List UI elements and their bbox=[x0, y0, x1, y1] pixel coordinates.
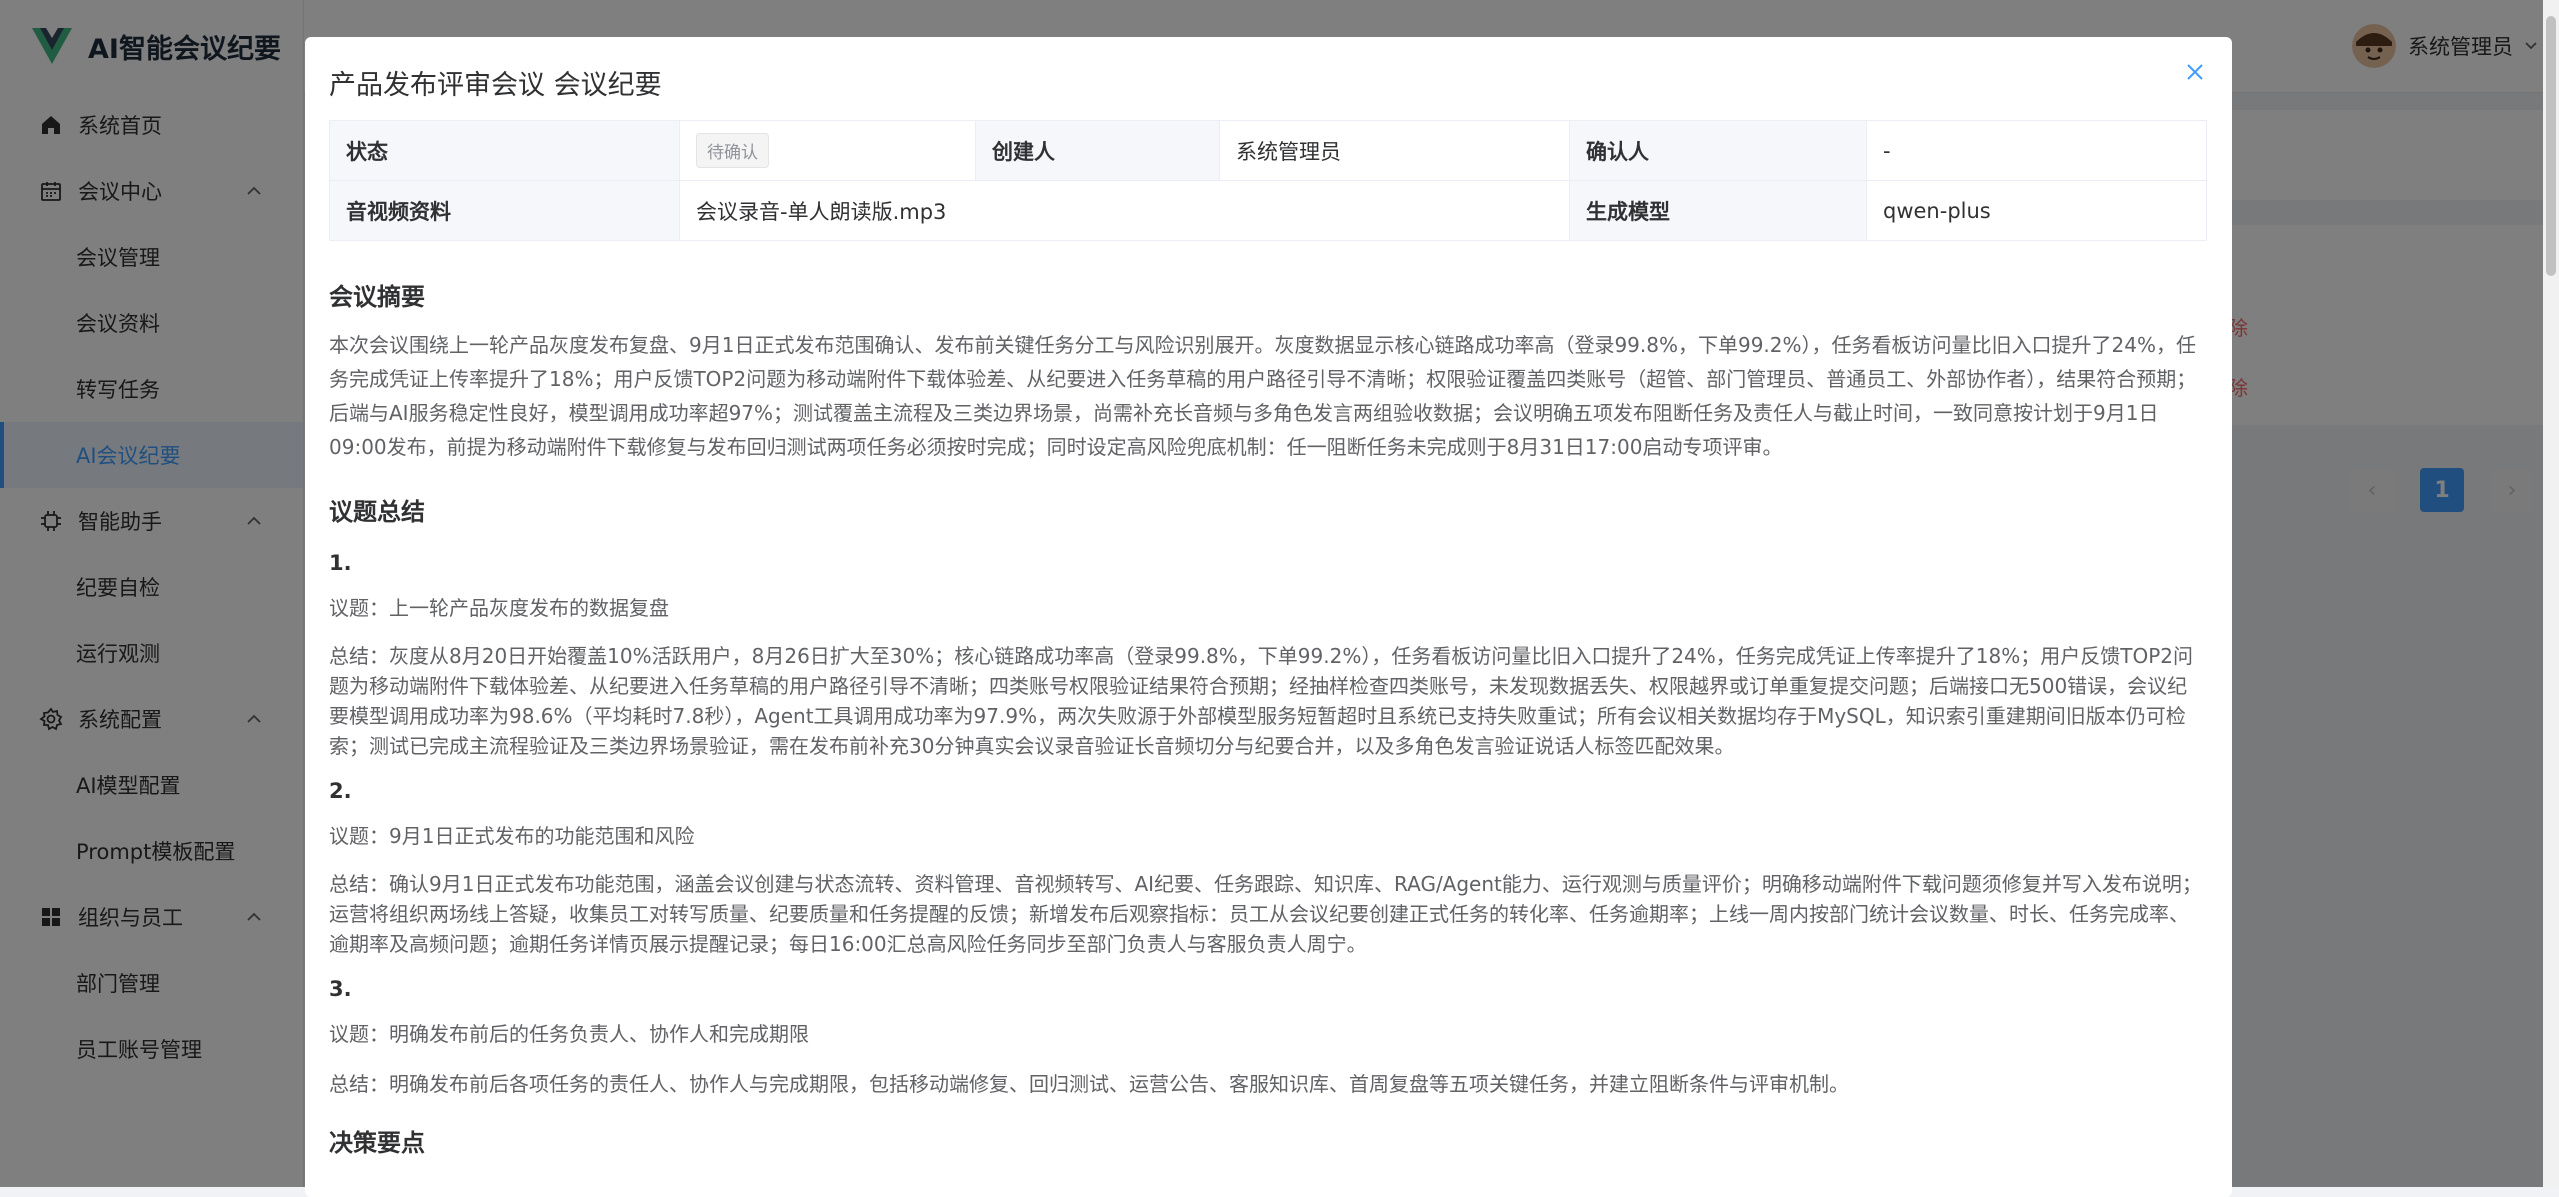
summary-text: 本次会议围绕上一轮产品灰度发布复盘、9月1日正式发布范围确认、发布前关键任务分工… bbox=[329, 333, 2197, 459]
topic-number: 2. bbox=[329, 779, 352, 803]
summary-title: 会议摘要 bbox=[329, 283, 425, 311]
topic-summary: 总结：灰度从8月20日开始覆盖10%活跃用户，8月26日扩大至30%；核心链路成… bbox=[329, 644, 2193, 758]
topic-number: 1. bbox=[329, 551, 352, 575]
page-scrollbar[interactable] bbox=[2543, 0, 2559, 1187]
topic-number: 3. bbox=[329, 977, 352, 1001]
media-label: 音视频资料 bbox=[329, 180, 680, 241]
confirmer-label: 确认人 bbox=[1569, 120, 1867, 181]
table-row: 状态 待确认 创建人 系统管理员 确认人 - bbox=[329, 120, 2207, 181]
media-value: 会议录音-单人朗读版.mp3 bbox=[679, 180, 1570, 241]
table-row: 音视频资料 会议录音-单人朗读版.mp3 生成模型 qwen-plus bbox=[329, 180, 2207, 241]
dialog-title: 产品发布评审会议 会议纪要 bbox=[329, 70, 662, 101]
status-badge: 待确认 bbox=[696, 133, 769, 168]
topic-summary: 总结：明确发布前后各项任务的责任人、协作人与完成期限，包括移动端修复、回归测试、… bbox=[329, 1072, 1849, 1096]
status-cell: 待确认 bbox=[679, 120, 976, 181]
model-label: 生成模型 bbox=[1569, 180, 1867, 241]
creator-value: 系统管理员 bbox=[1219, 120, 1570, 181]
confirmer-value: - bbox=[1866, 120, 2207, 181]
close-button[interactable] bbox=[2180, 57, 2210, 87]
topics-title: 议题总结 bbox=[329, 498, 425, 526]
minutes-dialog: 产品发布评审会议 会议纪要 状态 待确认 创建人 系统管理员 确认人 - 音视频… bbox=[305, 37, 2232, 1197]
topic-title: 议题：上一轮产品灰度发布的数据复盘 bbox=[329, 596, 669, 620]
dialog-body: 状态 待确认 创建人 系统管理员 确认人 - 音视频资料 会议录音-单人朗读版.… bbox=[329, 120, 2207, 1158]
topic-summary: 总结：确认9月1日正式发布功能范围，涵盖会议创建与状态流转、资料管理、音视频转写… bbox=[329, 872, 2202, 956]
topic-item: 3. 议题：明确发布前后的任务负责人、协作人和完成期限 总结：明确发布前后各项任… bbox=[329, 977, 2206, 1101]
model-value: qwen-plus bbox=[1866, 180, 2207, 241]
info-table: 状态 待确认 创建人 系统管理员 确认人 - 音视频资料 会议录音-单人朗读版.… bbox=[329, 120, 2207, 241]
topic-title: 议题：9月1日正式发布的功能范围和风险 bbox=[329, 824, 695, 848]
topic-title: 议题：明确发布前后的任务负责人、协作人和完成期限 bbox=[329, 1022, 809, 1046]
status-label: 状态 bbox=[329, 120, 680, 181]
dialog-header: 产品发布评审会议 会议纪要 bbox=[305, 37, 2232, 119]
close-icon bbox=[2187, 64, 2203, 80]
topic-item: 1. 议题：上一轮产品灰度发布的数据复盘 总结：灰度从8月20日开始覆盖10%活… bbox=[329, 551, 2206, 761]
decisions-title: 决策要点 bbox=[329, 1129, 425, 1157]
creator-label: 创建人 bbox=[975, 120, 1220, 181]
topic-item: 2. 议题：9月1日正式发布的功能范围和风险 总结：确认9月1日正式发布功能范围… bbox=[329, 779, 2206, 959]
scrollbar-thumb[interactable] bbox=[2546, 16, 2556, 276]
